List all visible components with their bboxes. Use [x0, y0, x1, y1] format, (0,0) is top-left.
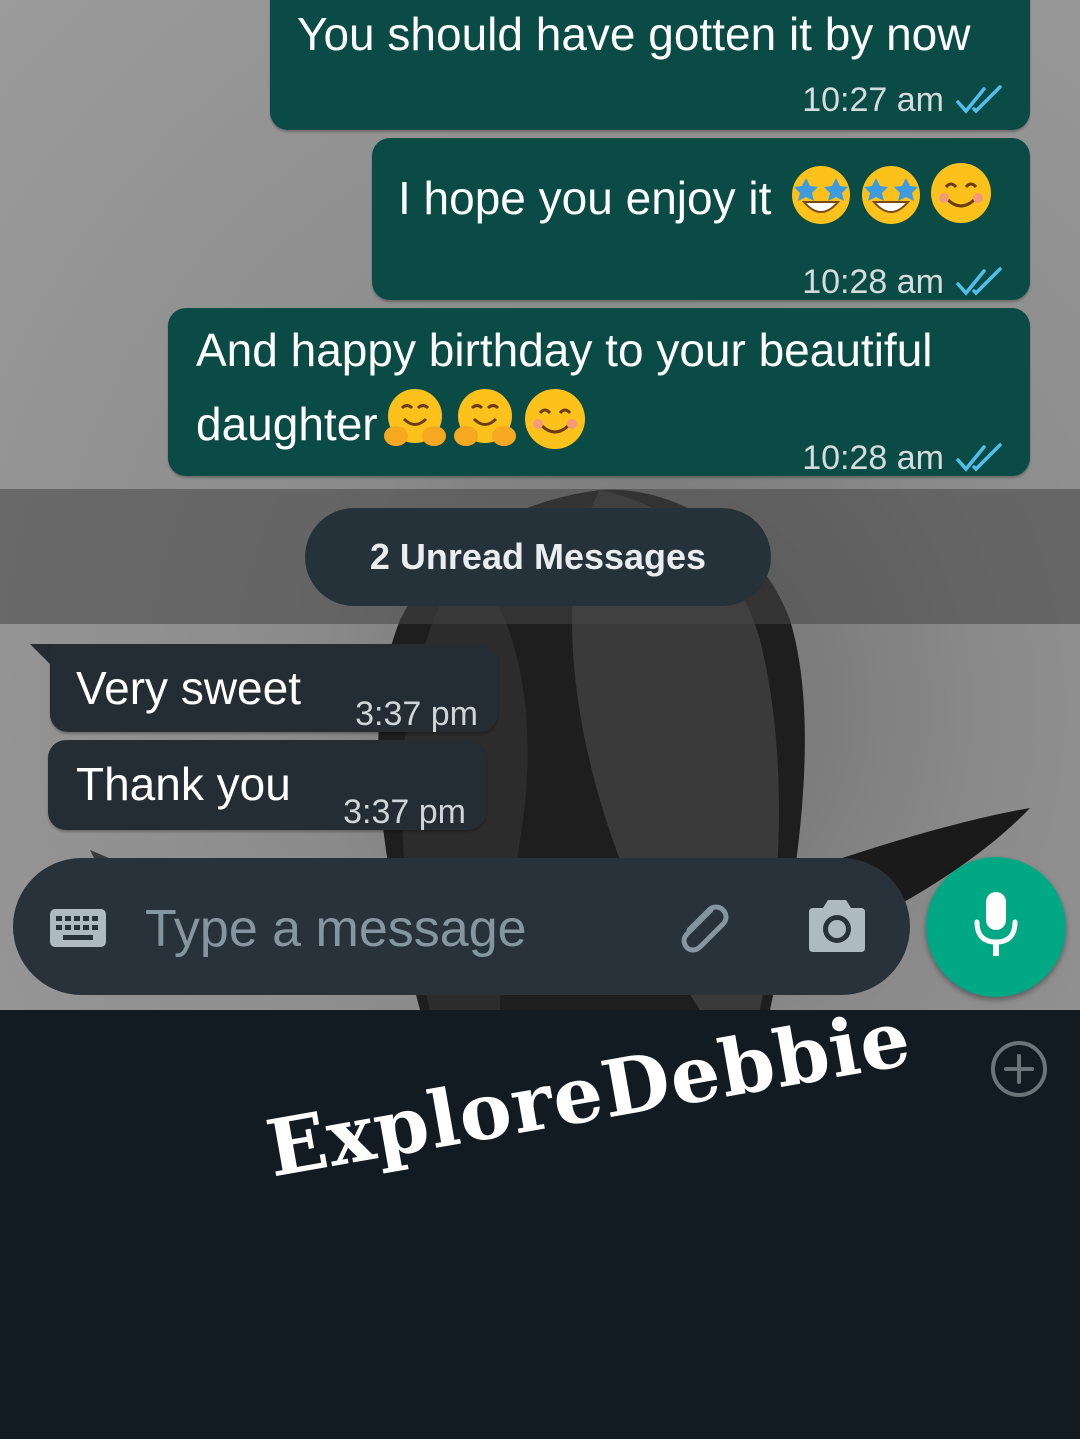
message-text: Thank you — [76, 758, 291, 810]
double-check-icon — [956, 443, 1004, 473]
message-text: I hope you enjoy it — [398, 172, 772, 225]
camera-icon[interactable] — [805, 896, 869, 961]
message-time: 10:28 am — [802, 439, 944, 477]
message-text: daughter — [196, 398, 378, 451]
message-time: 3:37 pm — [355, 695, 478, 733]
message-meta: 10:28 am — [802, 248, 1004, 316]
message-text-row: I hope you enjoy it — [398, 160, 994, 244]
message-time: 10:27 am — [802, 81, 944, 119]
microphone-icon — [971, 890, 1021, 965]
hugging-face-emoji-icon — [382, 386, 448, 470]
outgoing-message[interactable]: You should have gotten it by now 10:27 a… — [270, 0, 1030, 130]
message-text: Very sweet — [76, 662, 301, 714]
incoming-message[interactable]: Thank you 3:37 pm — [48, 740, 486, 831]
unread-messages-badge: 2 Unread Messages — [305, 508, 771, 606]
keyboard-icon[interactable] — [49, 908, 107, 953]
message-time: 3:37 pm — [343, 793, 466, 831]
smiling-face-emoji-icon — [928, 160, 994, 244]
message-text: You should have gotten it by now — [297, 8, 971, 60]
message-time: 10:28 am — [802, 263, 944, 301]
incoming-message[interactable]: Very sweet 3:37 pm — [50, 644, 498, 733]
double-check-icon — [956, 85, 1004, 115]
outgoing-message[interactable]: I hope you enjoy it 10:28 am — [372, 138, 1030, 301]
message-composer — [13, 858, 910, 995]
message-text: And happy birthday to your beautiful — [196, 324, 933, 376]
add-circle-icon[interactable] — [988, 1038, 1050, 1105]
paperclip-icon[interactable] — [671, 896, 735, 965]
microphone-button[interactable] — [926, 857, 1066, 997]
hugging-face-emoji-icon — [452, 386, 518, 470]
chat-area: You should have gotten it by now 10:27 a… — [0, 0, 1080, 1010]
message-meta: 10:28 am — [802, 424, 1004, 492]
star-struck-emoji-icon — [858, 160, 924, 244]
message-input[interactable] — [143, 888, 647, 970]
smiling-face-emoji-icon — [522, 386, 588, 470]
double-check-icon — [956, 267, 1004, 297]
message-text-row: daughter — [196, 386, 588, 470]
message-meta: 10:27 am — [802, 66, 1004, 134]
outgoing-message[interactable]: And happy birthday to your beautiful dau… — [168, 308, 1030, 477]
star-struck-emoji-icon — [788, 160, 854, 244]
